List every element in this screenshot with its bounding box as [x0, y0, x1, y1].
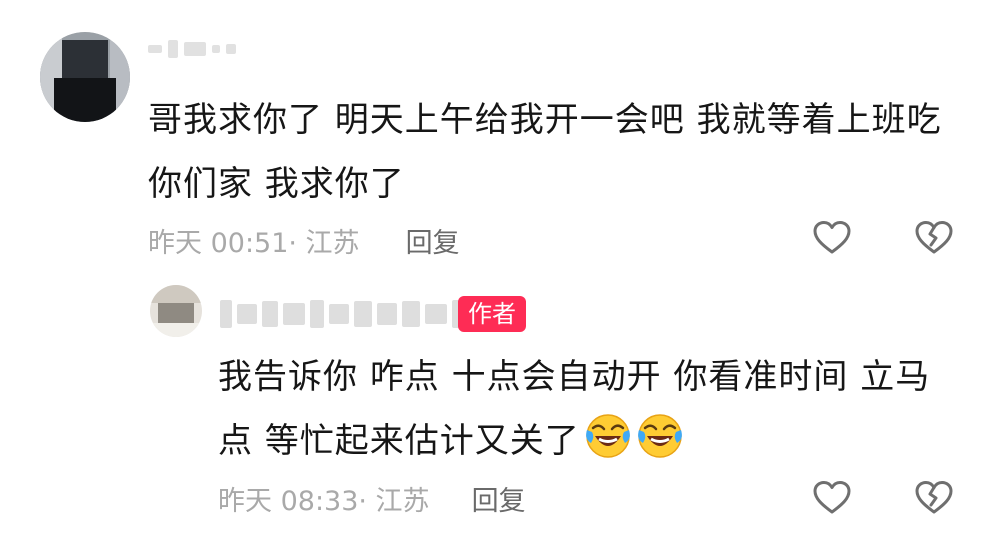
author-avatar[interactable]	[150, 285, 202, 337]
reply-dislike-button[interactable]	[912, 476, 956, 520]
reply-meta: 昨天 08:33· 江苏 回复	[218, 478, 526, 518]
reply-body: 我告诉你 咋点 十点会自动开 你看准时间 立马点 等忙起来估计又关了	[218, 345, 958, 473]
comment-time-location: 昨天 00:51· 江苏	[148, 227, 360, 259]
reply-like-button[interactable]	[810, 476, 854, 520]
commenter-username-blurred[interactable]	[148, 32, 236, 66]
comment-reply-button[interactable]: 回复	[406, 221, 460, 260]
comment-meta: 昨天 00:51· 江苏 回复	[148, 220, 460, 260]
heart-outline-icon	[813, 221, 851, 254]
author-badge: 作者	[458, 296, 526, 332]
commenter-avatar[interactable]	[40, 32, 130, 122]
heart-outline-icon	[813, 481, 851, 514]
broken-heart-outline-icon	[915, 481, 953, 514]
broken-heart-outline-icon	[915, 221, 953, 254]
comment-dislike-button[interactable]	[912, 216, 956, 260]
reply-time-location: 昨天 08:33· 江苏	[218, 485, 430, 517]
rolling-on-floor-laughing-emoji-icon	[585, 414, 630, 458]
comment-thread: 哥我求你了 明天上午给我开一会吧 我就等着上班吃你们家 我求你了 昨天 00:5…	[0, 0, 1000, 545]
reply-text: 我告诉你 咋点 十点会自动开 你看准时间 立马点 等忙起来估计又关了	[218, 357, 931, 461]
comment-body: 哥我求你了 明天上午给我开一会吧 我就等着上班吃你们家 我求你了	[148, 100, 942, 204]
rolling-on-floor-laughing-emoji-icon	[637, 414, 682, 458]
comment-like-button[interactable]	[810, 216, 854, 260]
reply-reply-button[interactable]: 回复	[472, 479, 526, 518]
